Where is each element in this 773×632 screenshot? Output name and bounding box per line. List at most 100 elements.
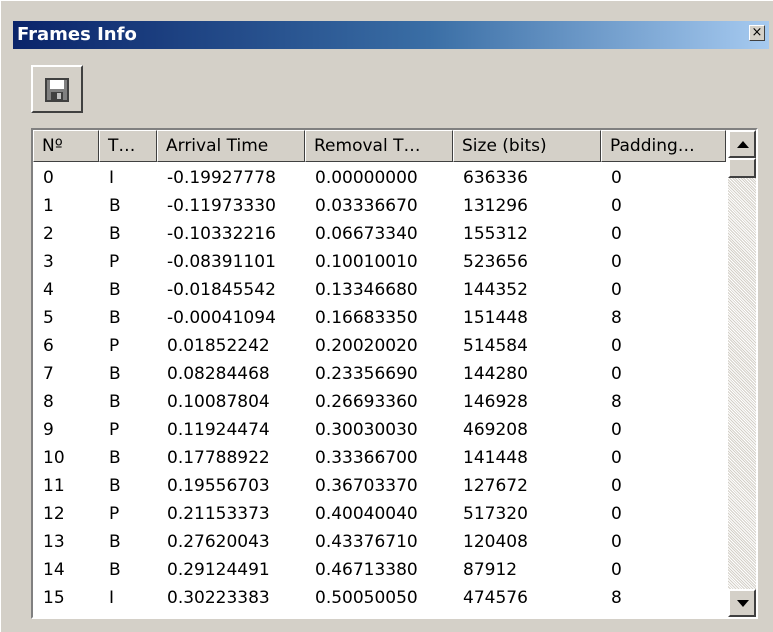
- cell-removal-time: 0.06673340: [315, 224, 418, 244]
- cell-removal-time: 0.26693360: [315, 392, 418, 412]
- cell-type: I: [109, 168, 115, 188]
- cell-number: 0: [43, 168, 54, 188]
- cell-size-bits: 514584: [463, 336, 528, 356]
- vertical-scrollbar[interactable]: [728, 130, 756, 617]
- cell-size-bits: 517320: [463, 504, 528, 524]
- cell-type: P: [109, 420, 120, 440]
- table-row[interactable]: 11 B 0.19556703 0.36703370 127672 0: [33, 472, 733, 500]
- cell-number: 14: [43, 560, 65, 580]
- cell-arrival-time: 0.21153373: [167, 504, 270, 524]
- table-row[interactable]: 3 P -0.08391101 0.10010010 523656 0: [33, 248, 733, 276]
- cell-removal-time: 0.40040040: [315, 504, 418, 524]
- table-header: Nº T… Arrival Time Removal T… Size (bits…: [33, 130, 733, 164]
- cell-size-bits: 469208: [463, 420, 528, 440]
- column-header-removal-time[interactable]: Removal T…: [305, 130, 453, 162]
- scroll-up-button[interactable]: [728, 130, 756, 158]
- column-header-padding[interactable]: Padding…: [601, 130, 726, 162]
- cell-padding: 0: [611, 420, 622, 440]
- cell-arrival-time: 0.19556703: [167, 476, 270, 496]
- table-row[interactable]: 8 B 0.10087804 0.26693360 146928 8: [33, 388, 733, 416]
- table-row[interactable]: 1 B -0.11973330 0.03336670 131296 0: [33, 192, 733, 220]
- cell-padding: 0: [611, 224, 622, 244]
- cell-number: 10: [43, 448, 65, 468]
- cell-size-bits: 144280: [463, 364, 528, 384]
- cell-arrival-time: -0.01845542: [167, 280, 276, 300]
- save-button[interactable]: [31, 65, 83, 113]
- cell-type: B: [109, 308, 121, 328]
- cell-arrival-time: -0.19927778: [167, 168, 276, 188]
- cell-number: 4: [43, 280, 54, 300]
- cell-removal-time: 0.33366700: [315, 448, 418, 468]
- cell-padding: 0: [611, 560, 622, 580]
- cell-type: B: [109, 196, 121, 216]
- cell-number: 5: [43, 308, 54, 328]
- cell-type: B: [109, 280, 121, 300]
- frames-info-window: Frames Info × Nº T… Arrival Time Removal…: [0, 0, 773, 632]
- cell-padding: 0: [611, 252, 622, 272]
- cell-size-bits: 146928: [463, 392, 528, 412]
- cell-number: 15: [43, 588, 65, 608]
- table-row[interactable]: 12 P 0.21153373 0.40040040 517320 0: [33, 500, 733, 528]
- cell-padding: 0: [611, 168, 622, 188]
- cell-size-bits: 474576: [463, 588, 528, 608]
- cell-removal-time: 0.20020020: [315, 336, 418, 356]
- table-row[interactable]: 14 B 0.29124491 0.46713380 87912 0: [33, 556, 733, 584]
- table-row[interactable]: 13 B 0.27620043 0.43376710 120408 0: [33, 528, 733, 556]
- cell-removal-time: 0.23356690: [315, 364, 418, 384]
- cell-type: B: [109, 364, 121, 384]
- table-row[interactable]: 10 B 0.17788922 0.33366700 141448 0: [33, 444, 733, 472]
- cell-arrival-time: -0.08391101: [167, 252, 276, 272]
- table-row[interactable]: 2 B -0.10332216 0.06673340 155312 0: [33, 220, 733, 248]
- column-header-size-bits[interactable]: Size (bits): [453, 130, 601, 162]
- table-row[interactable]: 4 B -0.01845542 0.13346680 144352 0: [33, 276, 733, 304]
- table-row[interactable]: 15 I 0.30223383 0.50050050 474576 8: [33, 584, 733, 612]
- cell-removal-time: 0.36703370: [315, 476, 418, 496]
- cell-arrival-time: 0.30223383: [167, 588, 270, 608]
- cell-type: B: [109, 224, 121, 244]
- table-row[interactable]: 0 I -0.19927778 0.00000000 636336 0: [33, 164, 733, 192]
- table-row[interactable]: 6 P 0.01852242 0.20020020 514584 0: [33, 332, 733, 360]
- cell-number: 7: [43, 364, 54, 384]
- cell-number: 2: [43, 224, 54, 244]
- cell-number: 13: [43, 532, 65, 552]
- cell-size-bits: 120408: [463, 532, 528, 552]
- table-row[interactable]: 5 B -0.00041094 0.16683350 151448 8: [33, 304, 733, 332]
- title-bar[interactable]: Frames Info ×: [13, 21, 769, 49]
- scrollbar-thumb[interactable]: [728, 158, 756, 178]
- cell-arrival-time: 0.27620043: [167, 532, 270, 552]
- cell-type: P: [109, 336, 120, 356]
- cell-size-bits: 131296: [463, 196, 528, 216]
- cell-removal-time: 0.43376710: [315, 532, 418, 552]
- cell-padding: 0: [611, 336, 622, 356]
- column-header-type[interactable]: T…: [99, 130, 157, 162]
- cell-type: P: [109, 504, 120, 524]
- close-button[interactable]: ×: [749, 25, 765, 41]
- table-row[interactable]: 9 P 0.11924474 0.30030030 469208 0: [33, 416, 733, 444]
- cell-type: B: [109, 448, 121, 468]
- close-icon: ×: [751, 25, 763, 40]
- scroll-up-arrow-icon: [737, 141, 749, 148]
- column-header-number[interactable]: Nº: [33, 130, 99, 162]
- cell-size-bits: 151448: [463, 308, 528, 328]
- cell-arrival-time: -0.00041094: [167, 308, 276, 328]
- table-row[interactable]: 7 B 0.08284468 0.23356690 144280 0: [33, 360, 733, 388]
- scroll-down-arrow-icon: [737, 600, 749, 607]
- cell-size-bits: 87912: [463, 560, 518, 580]
- frames-table[interactable]: Nº T… Arrival Time Removal T… Size (bits…: [31, 128, 758, 619]
- cell-removal-time: 0.50050050: [315, 588, 418, 608]
- cell-arrival-time: 0.01852242: [167, 336, 270, 356]
- cell-type: B: [109, 560, 121, 580]
- scroll-down-button[interactable]: [728, 589, 756, 617]
- cell-padding: 0: [611, 196, 622, 216]
- cell-number: 3: [43, 252, 54, 272]
- save-disk-icon: [45, 78, 69, 102]
- cell-size-bits: 523656: [463, 252, 528, 272]
- cell-number: 12: [43, 504, 65, 524]
- cell-size-bits: 155312: [463, 224, 528, 244]
- column-header-arrival-time[interactable]: Arrival Time: [157, 130, 305, 162]
- window-title: Frames Info: [17, 24, 137, 45]
- cell-type: I: [109, 588, 115, 608]
- cell-size-bits: 127672: [463, 476, 528, 496]
- cell-arrival-time: 0.11924474: [167, 420, 270, 440]
- cell-padding: 0: [611, 448, 622, 468]
